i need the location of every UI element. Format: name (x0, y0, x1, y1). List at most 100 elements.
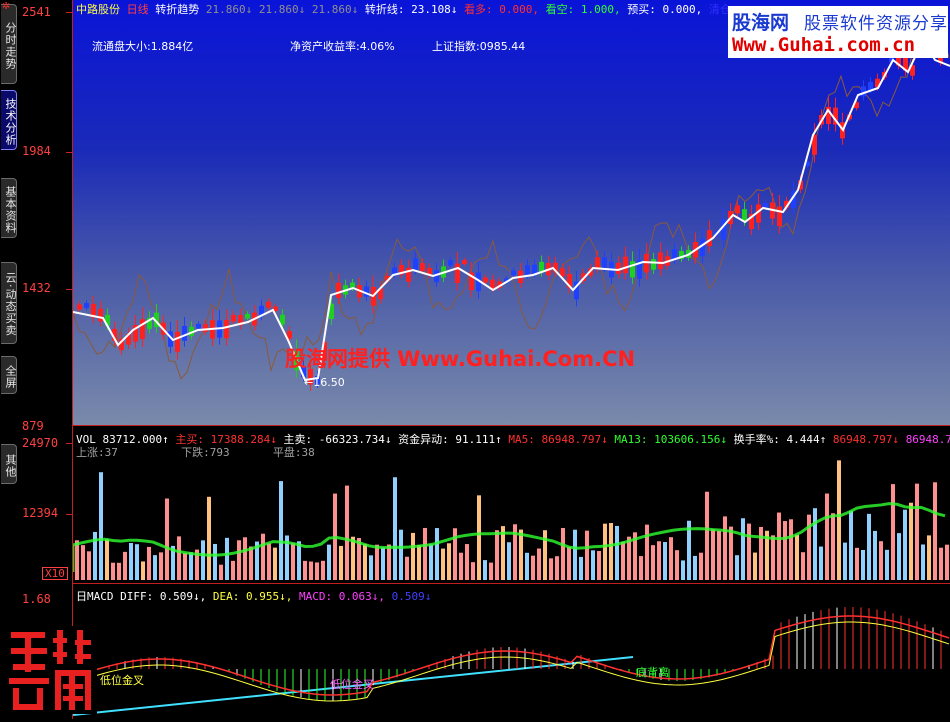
volume-bar (693, 555, 697, 580)
candle-body (224, 319, 229, 339)
candle-body (413, 258, 418, 270)
volume-bar (183, 553, 187, 580)
rising-count: 上涨:37 (76, 446, 118, 459)
tab-technical-analysis[interactable]: 技术分析 (1, 90, 17, 150)
volume-bar (591, 550, 595, 580)
volume-bar (273, 547, 277, 580)
volume-bar (381, 547, 385, 580)
volume-bar (771, 535, 775, 580)
volume-bar (753, 552, 757, 580)
candle-body (868, 82, 873, 90)
volume-bar (225, 537, 229, 580)
volume-bar (465, 544, 469, 580)
volume-bar (711, 529, 715, 580)
volume-bar (339, 545, 343, 580)
brand-slogan: 股票软件资源分享 (804, 14, 948, 34)
trend-line (72, 37, 950, 382)
bearish-value: 看空: 1.000, (545, 3, 621, 16)
price-label-2: 1984 (22, 144, 51, 158)
volume-bar (153, 555, 157, 580)
volume-bar (885, 549, 889, 580)
candle-body (196, 323, 201, 329)
volume-bar (387, 544, 391, 580)
candle-body (462, 260, 467, 265)
volume-bar (669, 537, 673, 580)
breadth-stats: 上涨:37 下跌:793 平盘:38 (76, 444, 315, 460)
volume-bar (297, 541, 301, 580)
tab-other[interactable]: 其他 (1, 444, 17, 484)
volume-bar (219, 564, 223, 580)
price-tick (66, 12, 73, 13)
volume-bar (231, 560, 235, 580)
volume-bar (585, 530, 589, 580)
volume-bar (843, 542, 847, 580)
brand-logo: 股海网 股票软件资源分享 Www.Guhai.com.cn (728, 6, 948, 58)
candle-body (182, 325, 187, 341)
candle-body (623, 256, 628, 274)
tab-fundamentals[interactable]: 基本资料 (1, 178, 17, 238)
volume-bar (759, 526, 763, 580)
candle-body (455, 263, 460, 284)
volume-bar (279, 481, 283, 580)
brand-name: 股海网 (732, 12, 790, 34)
volume-bar (351, 536, 355, 580)
macd-panel[interactable] (72, 587, 950, 719)
tab-dynamic-trade[interactable]: 云·动态买卖 (1, 262, 17, 344)
volume-bar (261, 533, 265, 580)
header-value: 21.860↓ (258, 3, 306, 16)
volume-bar (891, 484, 895, 580)
volume-bar (75, 540, 79, 580)
candle-body (511, 270, 516, 276)
volume-bar (201, 540, 205, 580)
volume-bar (549, 558, 553, 580)
volume-bar (663, 542, 667, 580)
volume-bar (393, 477, 397, 580)
tab-fullscreen[interactable]: 全屏 (1, 356, 17, 394)
volume-bar (87, 551, 91, 580)
candle-body (77, 304, 82, 310)
volume-bar (429, 544, 433, 580)
extra-value: 86948.797↓ (905, 433, 950, 446)
gear-icon[interactable]: ✲ (2, 1, 10, 12)
volume-bar (783, 521, 787, 580)
volume-bar (405, 556, 409, 580)
volume-bar (657, 541, 661, 580)
volume-bar (177, 536, 181, 580)
candle-body (420, 263, 425, 272)
candle-body (336, 282, 341, 299)
tab-intraday[interactable]: 分时走势 (1, 4, 17, 84)
volume-bar (921, 544, 925, 580)
candle-body (483, 277, 488, 283)
volume-bar (315, 562, 319, 580)
candle-body (203, 324, 208, 332)
dea-line (72, 621, 950, 702)
volume-bar (327, 544, 331, 580)
volume-bar (675, 550, 679, 580)
volume-bar (747, 523, 751, 580)
macd-label-top: 1.68 (22, 592, 51, 606)
volume-bar (801, 552, 805, 580)
volume-bar (825, 493, 829, 580)
candle-body (763, 203, 768, 208)
side-tab-bar: 分时走势 技术分析 基本资料 云·动态买卖 全屏 其他 (0, 0, 18, 719)
volume-bar (483, 560, 487, 580)
volume-bar (723, 516, 727, 580)
volume-bar (207, 496, 211, 580)
volume-bar (375, 544, 379, 580)
candle-body (525, 265, 530, 275)
volume-bar (249, 546, 253, 580)
brand-url: Www.Guhai.com.cn (732, 34, 916, 56)
volume-bar (729, 526, 733, 580)
period-label[interactable]: 日线 (127, 3, 149, 16)
prebuy-value: 预买: 0.000, (627, 3, 703, 16)
golden-cross-label: 低位金叉 (100, 674, 144, 687)
flat-count: 平盘:38 (272, 446, 315, 459)
candle-body (735, 205, 740, 214)
volume-bar (609, 523, 613, 580)
panel-divider (72, 425, 950, 426)
volume-bar (147, 546, 151, 580)
candle-body (777, 206, 782, 226)
volume-bar (423, 527, 427, 580)
low-price-marker: ←16.50 (304, 376, 345, 389)
volume-bar (309, 561, 313, 580)
